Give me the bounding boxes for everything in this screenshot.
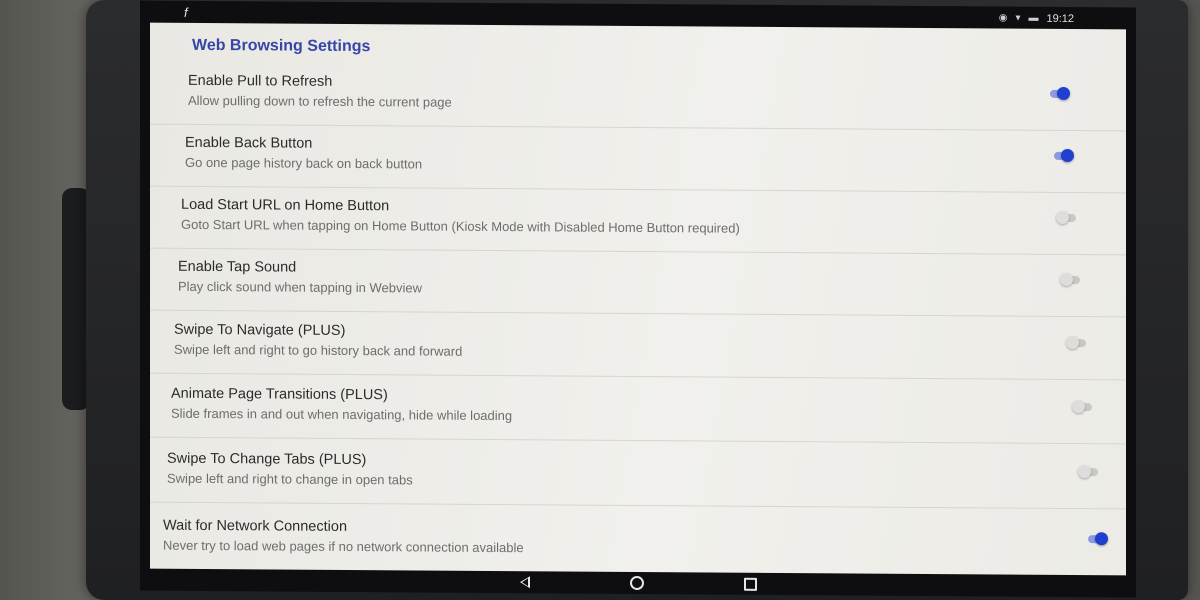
- preference-row[interactable]: Enable Back Button Go one page history ba…: [150, 124, 1126, 194]
- settings-content[interactable]: Web Browsing Settings Enable Pull to Ref…: [150, 22, 1126, 576]
- back-icon[interactable]: [519, 576, 530, 589]
- home-icon[interactable]: [629, 575, 644, 591]
- preference-title: Enable Pull to Refresh: [188, 72, 333, 90]
- preference-row[interactable]: Wait for Network Connection Never try to …: [150, 508, 1126, 576]
- switch-thumb: [1056, 210, 1069, 225]
- preference-summary: Goto Start URL when tapping on Home Butt…: [181, 216, 740, 236]
- preference-row[interactable]: Enable Tap Sound Play click sound when ta…: [150, 248, 1126, 318]
- preference-title: Swipe To Change Tabs (PLUS): [167, 450, 367, 469]
- recents-icon[interactable]: [743, 577, 757, 591]
- preference-title: Swipe To Navigate (PLUS): [174, 321, 346, 339]
- preference-summary: Play click sound when tapping in Webview: [178, 278, 423, 296]
- status-time: 19:12: [1046, 12, 1074, 26]
- preference-summary: Slide frames in and out when navigating,…: [171, 405, 513, 424]
- preference-row[interactable]: Swipe To Navigate (PLUS) Swipe left and r…: [150, 311, 1126, 381]
- preference-row[interactable]: Swipe To Change Tabs (PLUS) Swipe left an…: [150, 440, 1126, 510]
- preference-title: Enable Back Button: [185, 134, 313, 152]
- preference-title: Enable Tap Sound: [178, 258, 297, 276]
- app-notification-icon: f: [184, 4, 188, 20]
- switch-thumb: [1072, 400, 1085, 414]
- preference-toggle-switch[interactable]: [1078, 465, 1100, 479]
- switch-thumb: [1095, 532, 1108, 546]
- preference-summary: Allow pulling down to refresh the curren…: [188, 92, 452, 110]
- preference-toggle-switch[interactable]: [1088, 532, 1108, 546]
- switch-thumb: [1061, 148, 1074, 163]
- preference-row[interactable]: Animate Page Transitions (PLUS) Slide fra…: [150, 375, 1126, 445]
- preference-summary: Swipe left and right to go history back …: [174, 341, 463, 359]
- preference-title: Load Start URL on Home Button: [181, 196, 390, 215]
- switch-thumb: [1066, 335, 1079, 350]
- preference-summary: Go one page history back on back button: [185, 154, 423, 172]
- preference-toggle-switch[interactable]: [1056, 210, 1078, 225]
- preference-toggle-switch[interactable]: [1050, 86, 1070, 101]
- preference-summary: Swipe left and right to change in open t…: [167, 470, 413, 488]
- preference-title: Wait for Network Connection: [163, 517, 348, 535]
- preference-row[interactable]: Load Start URL on Home Button Goto Start …: [150, 186, 1126, 256]
- section-title: Web Browsing Settings: [192, 36, 371, 56]
- switch-thumb: [1078, 465, 1091, 479]
- switch-thumb: [1060, 272, 1073, 287]
- preference-toggle-switch[interactable]: [1066, 335, 1088, 350]
- preference-summary: Never try to load web pages if no networ…: [163, 537, 524, 556]
- preference-toggle-switch[interactable]: [1054, 148, 1074, 163]
- preference-toggle-switch[interactable]: [1060, 272, 1082, 287]
- wifi-icon: ▾: [1015, 12, 1021, 24]
- preference-toggle-switch[interactable]: [1072, 400, 1094, 414]
- status-icons: ◉ ▾ ▬ 19:12: [999, 13, 1074, 26]
- battery-icon: ▬: [1028, 12, 1039, 24]
- location-icon: ◉: [998, 12, 1008, 24]
- switch-thumb: [1057, 86, 1070, 101]
- preference-row[interactable]: Enable Pull to Refresh Allow pulling down…: [150, 62, 1126, 132]
- device-screen: f ◉ ▾ ▬ 19:12 Web Browsing Settings Enab…: [140, 0, 1136, 598]
- preference-title: Animate Page Transitions (PLUS): [171, 385, 388, 404]
